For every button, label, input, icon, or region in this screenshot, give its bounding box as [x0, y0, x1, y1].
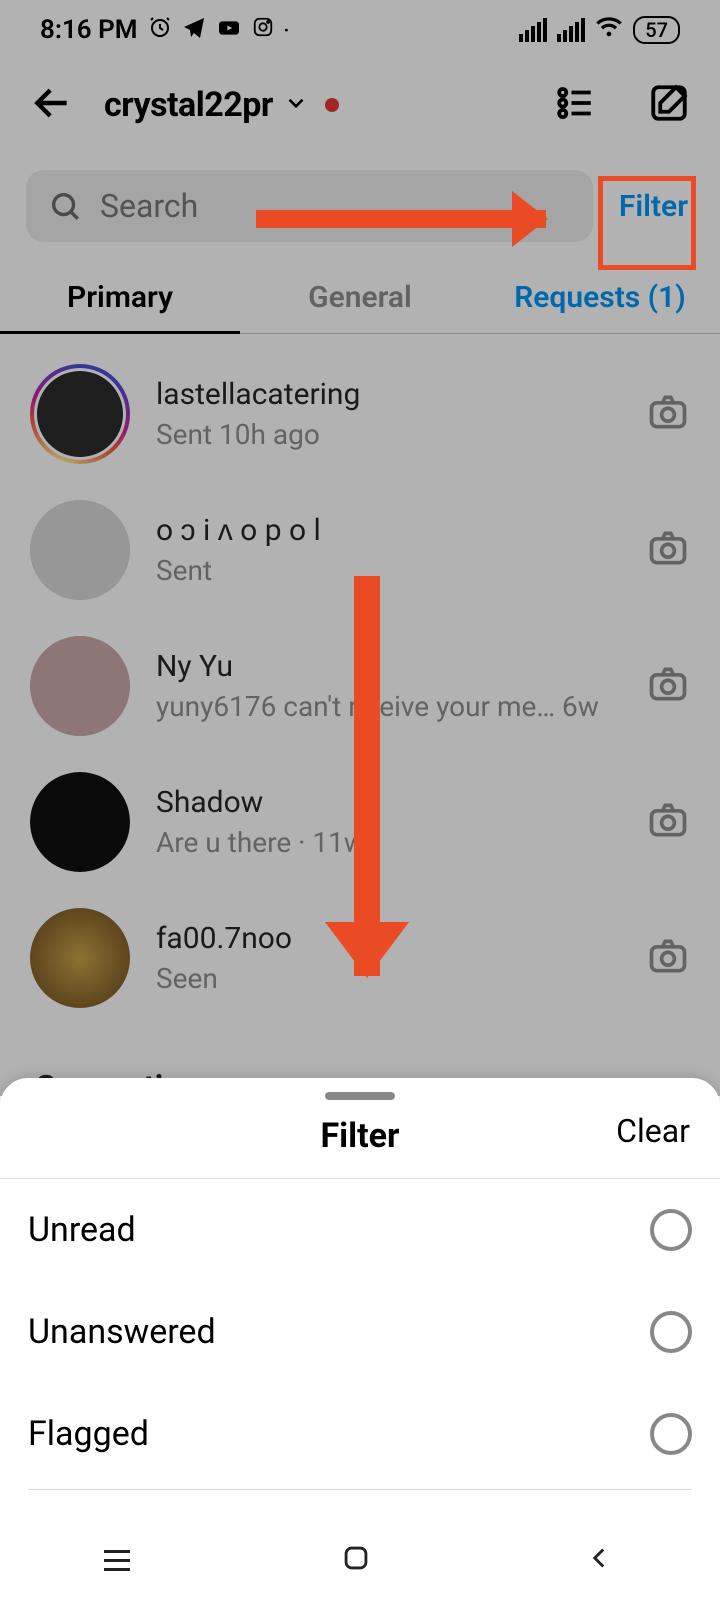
chat-name: o ᴐ i ʌ o p o l	[156, 513, 620, 548]
chat-name: Shadow	[156, 785, 620, 820]
signal-icon-2	[557, 18, 585, 42]
chat-subtitle: Seen	[156, 962, 620, 995]
header-username: crystal22pr	[104, 85, 273, 125]
camera-icon[interactable]	[646, 662, 690, 710]
camera-icon[interactable]	[646, 798, 690, 846]
chat-name: Ny Yu	[156, 649, 620, 684]
nav-home[interactable]	[339, 1541, 373, 1579]
search-input[interactable]: Search	[26, 170, 593, 242]
camera-icon[interactable]	[646, 934, 690, 982]
tab-underline	[0, 331, 240, 334]
nav-back[interactable]	[582, 1541, 616, 1579]
status-right: 57	[519, 13, 680, 48]
chat-row[interactable]: Ny Yu yuny6176 can't re eive your me… 6w	[0, 618, 720, 754]
avatar[interactable]	[30, 636, 130, 736]
account-switcher[interactable]: crystal22pr	[104, 85, 339, 125]
battery-indicator: 57	[633, 16, 680, 44]
avatar[interactable]	[30, 908, 130, 1008]
chat-row[interactable]: Shadow Are u there · 11w	[0, 754, 720, 890]
avatar[interactable]	[30, 772, 130, 872]
search-placeholder: Search	[100, 187, 198, 225]
chat-subtitle: Are u there · 11w	[156, 826, 620, 859]
android-nav-bar	[0, 1520, 720, 1600]
radio-unchecked-icon	[650, 1209, 692, 1251]
search-icon	[48, 189, 82, 223]
chat-row[interactable]: fa00.7noo Seen	[0, 890, 720, 1026]
filter-option-unanswered[interactable]: Unanswered	[0, 1281, 720, 1383]
nav-recents[interactable]	[104, 1550, 130, 1571]
chevron-down-icon	[283, 85, 309, 125]
dm-tabs: Primary General Requests (1)	[0, 262, 720, 334]
chat-row[interactable]: lastellacatering Sent 10h ago	[0, 346, 720, 482]
tab-requests[interactable]: Requests (1)	[480, 280, 720, 315]
status-time: 8:16 PM	[40, 15, 138, 45]
chat-list: lastellacatering Sent 10h ago o ᴐ i ʌ o …	[0, 334, 720, 1038]
option-label: Unanswered	[28, 1312, 216, 1352]
notification-dot	[325, 98, 339, 112]
radio-unchecked-icon	[650, 1413, 692, 1455]
tab-primary[interactable]: Primary	[0, 280, 240, 315]
chat-subtitle: Sent 10h ago	[156, 418, 620, 451]
signal-icon	[519, 18, 547, 42]
filter-option-flagged[interactable]: Flagged	[0, 1383, 720, 1485]
chat-subtitle: yuny6176 can't re eive your me… 6w	[156, 690, 620, 723]
radio-unchecked-icon	[650, 1311, 692, 1353]
youtube-icon	[216, 15, 242, 45]
back-button[interactable]	[30, 81, 74, 129]
option-label: Unread	[28, 1210, 136, 1250]
telegram-icon	[182, 15, 206, 46]
chat-subtitle: Sent	[156, 554, 620, 587]
wifi-icon	[595, 13, 623, 48]
sheet-title: Filter	[321, 1116, 400, 1156]
search-row: Search Filter	[0, 150, 720, 262]
filter-bottom-sheet: Filter Clear Unread Unanswered Flagged	[0, 1078, 720, 1600]
instagram-icon	[252, 15, 274, 45]
chat-row[interactable]: o ᴐ i ʌ o p o l Sent	[0, 482, 720, 618]
chat-name: lastellacatering	[156, 377, 620, 412]
alarm-icon	[148, 15, 172, 46]
clear-button[interactable]: Clear	[610, 1110, 696, 1152]
filter-options: Unread Unanswered Flagged	[0, 1179, 720, 1490]
camera-icon[interactable]	[646, 390, 690, 438]
message-requests-icon[interactable]	[554, 82, 596, 128]
status-more-dot: ·	[284, 18, 290, 42]
status-left: 8:16 PM ·	[40, 15, 289, 46]
dm-header: crystal22pr	[0, 60, 720, 150]
sheet-header: Filter Clear	[0, 1110, 720, 1179]
option-label: Flagged	[28, 1414, 149, 1454]
divider	[28, 1489, 692, 1490]
avatar[interactable]	[30, 364, 130, 464]
chat-name: fa00.7noo	[156, 921, 620, 956]
tab-general[interactable]: General	[240, 280, 480, 315]
filter-option-unread[interactable]: Unread	[0, 1179, 720, 1281]
camera-icon[interactable]	[646, 526, 690, 574]
avatar[interactable]	[30, 500, 130, 600]
filter-button[interactable]: Filter	[613, 185, 694, 228]
new-message-button[interactable]	[648, 82, 690, 128]
status-bar: 8:16 PM · 57	[0, 0, 720, 60]
sheet-drag-handle[interactable]	[325, 1092, 395, 1100]
